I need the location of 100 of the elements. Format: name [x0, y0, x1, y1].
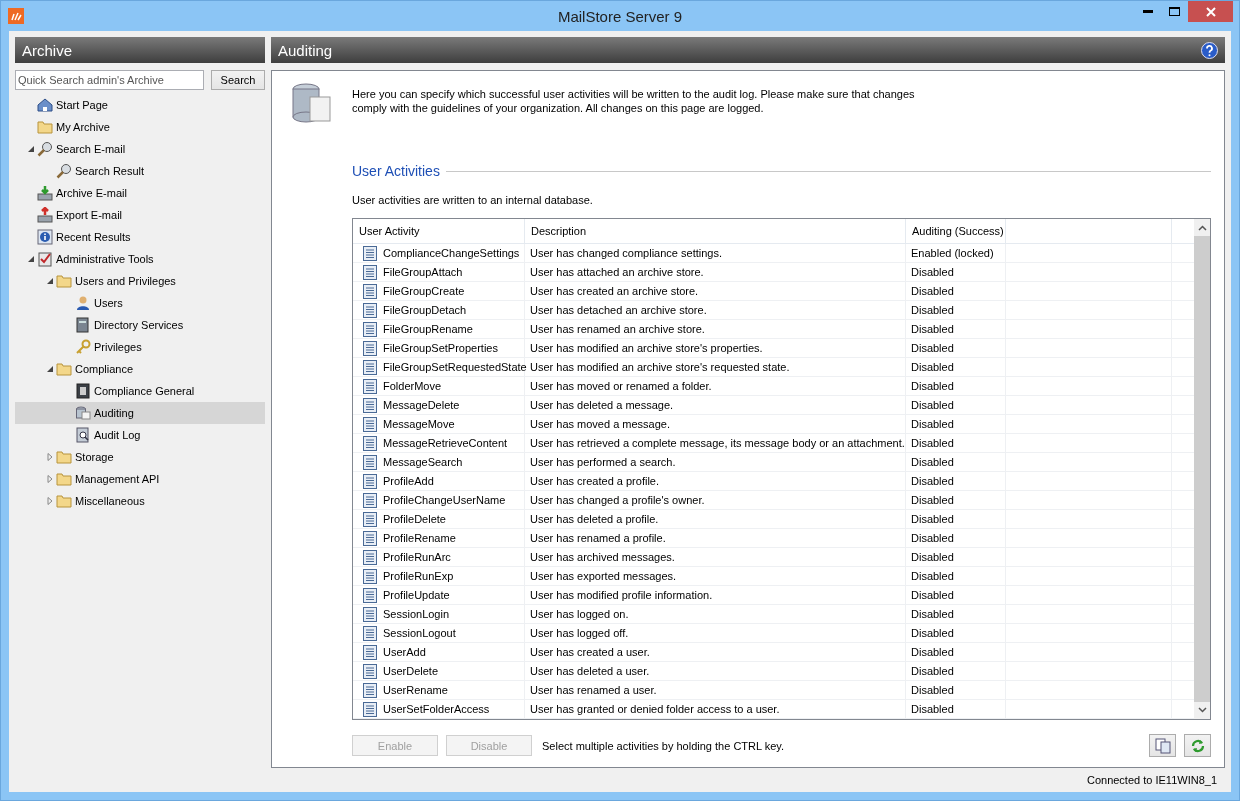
activity-name: UserAdd	[383, 646, 426, 658]
tree-item[interactable]: Storage	[15, 446, 265, 468]
table-row[interactable]: MessageSearch User has performed a search. Disabled	[353, 453, 1194, 472]
table-cell: Disabled	[906, 453, 1006, 471]
table-row[interactable]: FileGroupSetProperties User has modified an archive store's properties. Disabled	[353, 339, 1194, 358]
tree-item[interactable]: Users and Privileges	[15, 270, 265, 292]
document-icon	[363, 435, 377, 451]
table-row[interactable]: UserAdd User has created a user. Disabled	[353, 643, 1194, 662]
maximize-icon	[1169, 7, 1180, 16]
table-row[interactable]: FileGroupCreate User has created an archive store. Disabled	[353, 282, 1194, 301]
search-field[interactable]: Quick Search admin's Archive	[15, 70, 204, 90]
table-cell: Disabled	[906, 548, 1006, 566]
tree-item[interactable]: Compliance	[15, 358, 265, 380]
activity-name: ProfileRunExp	[383, 570, 454, 582]
table-cell: Disabled	[906, 434, 1006, 452]
table-row[interactable]: UserSetFolderAccess User has granted or denied folder access to a user. Disabled	[353, 700, 1194, 719]
tree-item[interactable]: Miscellaneous	[15, 490, 265, 512]
tree-item[interactable]: Search E-mail	[15, 138, 265, 160]
table-cell: User has deleted a user.	[525, 662, 906, 680]
scroll-up-icon[interactable]	[1197, 225, 1207, 231]
intro-text: Here you can specify which successful user activities will be written to the audit log. Please make sure that changes comply with the guidelines of your organization. All changes on this page are logged.	[352, 87, 916, 116]
tree-item[interactable]: Users	[15, 292, 265, 314]
table-cell: Disabled	[906, 377, 1006, 395]
table-row[interactable]: FolderMove User has moved or renamed a folder. Disabled	[353, 377, 1194, 396]
tree-item[interactable]: My Archive	[15, 116, 265, 138]
document-icon	[363, 416, 377, 432]
tree-item[interactable]: Audit Log	[15, 424, 265, 446]
copy-button[interactable]	[1149, 734, 1176, 757]
table-row[interactable]: ProfileUpdate User has modified profile information. Disabled	[353, 586, 1194, 605]
tree-item[interactable]: Compliance General	[15, 380, 265, 402]
activity-name: ProfileChangeUserName	[383, 494, 506, 506]
table-cell: Disabled	[906, 662, 1006, 680]
activity-name: FileGroupRename	[383, 323, 473, 335]
table-row[interactable]: FileGroupSetRequestedState User has modified an archive store's requested state. Disabled	[353, 358, 1194, 377]
activity-name: SessionLogin	[383, 608, 450, 620]
table-cell: Disabled	[906, 681, 1006, 699]
tree-item[interactable]: Search Result	[15, 160, 265, 182]
collapse-triangle-icon[interactable]	[27, 145, 35, 153]
table-cell: User has modified profile information.	[525, 586, 906, 604]
table-row[interactable]: FileGroupAttach User has attached an archive store. Disabled	[353, 263, 1194, 282]
refresh-button[interactable]	[1184, 734, 1211, 757]
tree-item[interactable]: Management API	[15, 468, 265, 490]
document-icon	[363, 625, 377, 641]
help-icon[interactable]	[1201, 41, 1218, 59]
expand-triangle-icon[interactable]	[46, 475, 54, 483]
document-icon	[363, 378, 377, 394]
collapse-triangle-icon[interactable]	[46, 365, 54, 373]
tree-item[interactable]: Archive E-mail	[15, 182, 265, 204]
scroll-down-icon[interactable]	[1197, 707, 1207, 713]
close-button[interactable]	[1188, 1, 1233, 22]
table-cell: User has renamed a profile.	[525, 529, 906, 547]
activity-name: ProfileUpdate	[383, 589, 450, 601]
table-cell: Disabled	[906, 491, 1006, 509]
collapse-triangle-icon[interactable]	[46, 277, 54, 285]
table-cell: User has renamed an archive store.	[525, 320, 906, 338]
search-button[interactable]: Search	[211, 70, 265, 90]
table-row[interactable]: ProfileRename User has renamed a profile. Disabled	[353, 529, 1194, 548]
tree-item[interactable]: Export E-mail	[15, 204, 265, 226]
table-cell: Disabled	[906, 339, 1006, 357]
collapse-triangle-icon[interactable]	[27, 255, 35, 263]
tree-item[interactable]: Auditing	[15, 402, 265, 424]
table-cell: User has moved or renamed a folder.	[525, 377, 906, 395]
table-row[interactable]: ProfileRunArc User has archived messages. Disabled	[353, 548, 1194, 567]
table-row[interactable]: SessionLogout User has logged off. Disabled	[353, 624, 1194, 643]
document-icon	[363, 473, 377, 489]
table-row[interactable]: UserRename User has renamed a user. Disabled	[353, 681, 1194, 700]
expand-triangle-icon[interactable]	[46, 497, 54, 505]
scrollbar[interactable]	[1194, 219, 1210, 719]
table-cell: User has renamed a user.	[525, 681, 906, 699]
table-row[interactable]: ProfileAdd User has created a profile. Disabled	[353, 472, 1194, 491]
table-row[interactable]: MessageRetrieveContent User has retrieved a complete message, its message body or an attachment. Disabled	[353, 434, 1194, 453]
table-row[interactable]: UserDelete User has deleted a user. Disabled	[353, 662, 1194, 681]
table-row[interactable]: ProfileChangeUserName User has changed a profile's owner. Disabled	[353, 491, 1194, 510]
table-cell: Disabled	[906, 567, 1006, 585]
tray-down-arrow-icon	[37, 185, 53, 201]
column-header[interactable]: Description	[525, 219, 906, 243]
tree-item[interactable]: Privileges	[15, 336, 265, 358]
activity-name: FileGroupSetProperties	[383, 342, 498, 354]
table-row[interactable]: MessageMove User has moved a message. Disabled	[353, 415, 1194, 434]
table-cell: User has granted or denied folder access to a user.	[525, 700, 906, 718]
tree-item[interactable]: Directory Services	[15, 314, 265, 336]
document-icon	[363, 701, 377, 717]
column-header[interactable]: User Activity	[353, 219, 525, 243]
table-cell: User has created an archive store.	[525, 282, 906, 300]
tree-item[interactable]: Recent Results	[15, 226, 265, 248]
expand-triangle-icon[interactable]	[46, 453, 54, 461]
table-row[interactable]: ProfileRunExp User has exported messages. Disabled	[353, 567, 1194, 586]
table-row[interactable]: ProfileDelete User has deleted a profile. Disabled	[353, 510, 1194, 529]
table-row[interactable]: ComplianceChangeSettings User has changed compliance settings. Enabled (locked)	[353, 244, 1194, 263]
activity-name: ProfileAdd	[383, 475, 434, 487]
tree-item[interactable]: Administrative Tools	[15, 248, 265, 270]
activity-name: FileGroupSetRequestedState	[383, 361, 527, 373]
table-row[interactable]: MessageDelete User has deleted a message. Disabled	[353, 396, 1194, 415]
table-row[interactable]: FileGroupRename User has renamed an archive store. Disabled	[353, 320, 1194, 339]
table-cell: User has moved a message.	[525, 415, 906, 433]
column-header[interactable]: Auditing (Success)	[906, 219, 1006, 243]
tree-item[interactable]: Start Page	[15, 94, 265, 116]
table-row[interactable]: FileGroupDetach User has detached an archive store. Disabled	[353, 301, 1194, 320]
table-row[interactable]: SessionLogin User has logged on. Disabled	[353, 605, 1194, 624]
folder-icon	[56, 361, 72, 377]
